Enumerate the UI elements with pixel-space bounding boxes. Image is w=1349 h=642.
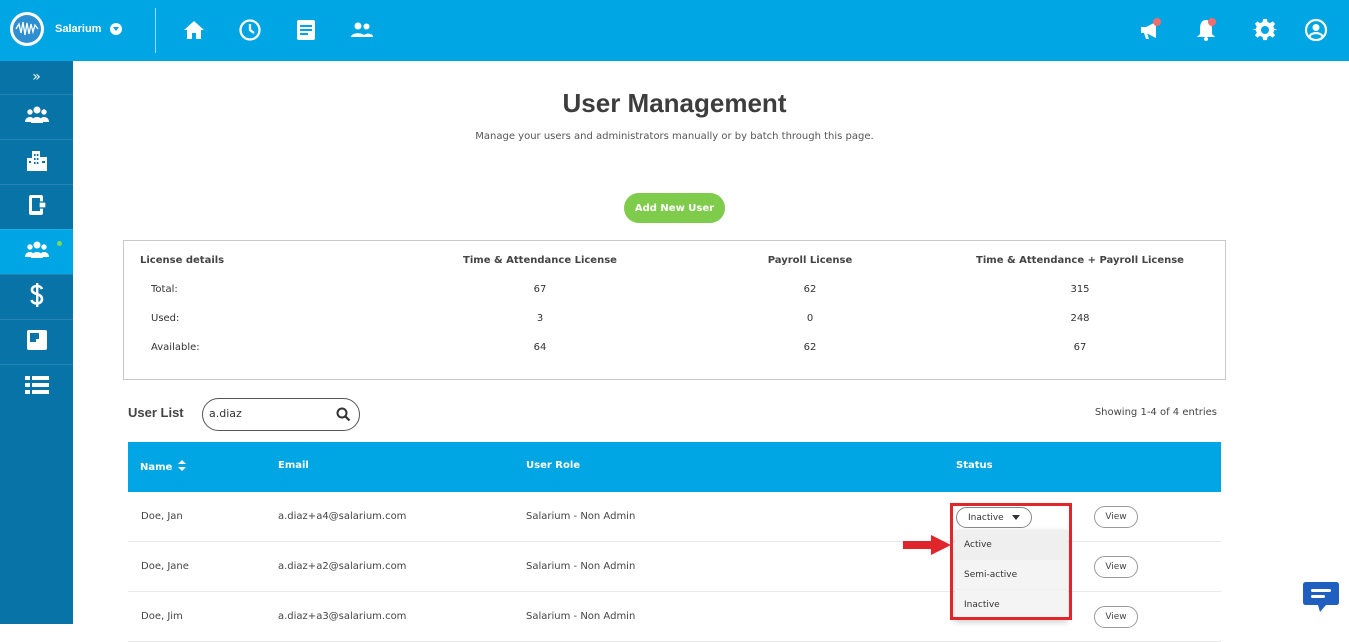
user-name: Doe, Jane xyxy=(141,561,189,572)
user-email: a.diaz+a3@salarium.com xyxy=(278,611,407,622)
sidebar-item-company[interactable] xyxy=(0,139,73,184)
device-icon xyxy=(27,194,47,220)
license-value: 0 xyxy=(806,313,814,324)
license-row-label: Available: xyxy=(151,342,200,353)
notification-dot xyxy=(1153,18,1161,26)
chevron-down-icon[interactable] xyxy=(110,23,123,35)
license-value: 248 xyxy=(1070,313,1090,324)
sidebar-item-users[interactable] xyxy=(0,229,73,274)
sidebar-item-modules[interactable] xyxy=(0,319,73,364)
license-row-label: Used: xyxy=(151,313,180,324)
view-button[interactable]: View xyxy=(1094,556,1138,578)
sidebar-item-list[interactable] xyxy=(0,364,73,409)
view-button[interactable]: View xyxy=(1094,506,1138,528)
column-header-email: Email xyxy=(278,460,309,471)
license-column-header: Payroll License xyxy=(767,255,853,266)
home-icon[interactable] xyxy=(182,18,206,42)
license-value: 62 xyxy=(803,284,817,295)
red-arrow-icon xyxy=(903,535,951,559)
salarium-logo xyxy=(10,12,44,46)
users-icon xyxy=(24,239,49,265)
top-bar: Salarium xyxy=(0,0,1349,61)
list-icon xyxy=(24,375,49,399)
user-email: a.diaz+a4@salarium.com xyxy=(278,511,407,522)
license-value: 67 xyxy=(1073,342,1087,353)
license-row-label: Total: xyxy=(151,284,178,295)
license-value: 62 xyxy=(803,342,817,353)
column-header-role: User Role xyxy=(526,460,581,471)
user-email: a.diaz+a2@salarium.com xyxy=(278,561,407,572)
user-role: Salarium - Non Admin xyxy=(526,511,636,522)
sidebar-item-employees[interactable] xyxy=(0,94,73,139)
search-box xyxy=(202,398,360,431)
megaphone-icon[interactable] xyxy=(1139,18,1163,42)
building-icon xyxy=(26,149,48,175)
add-new-user-button[interactable]: Add New User xyxy=(624,193,725,223)
name-header-label: Name xyxy=(140,462,173,473)
sort-icon[interactable] xyxy=(177,460,186,471)
user-list-label: User List xyxy=(128,405,184,420)
dollar-icon xyxy=(29,282,45,312)
highlight-box xyxy=(950,503,1072,620)
license-value: 67 xyxy=(533,284,547,295)
clock-icon[interactable] xyxy=(238,18,262,42)
user-role: Salarium - Non Admin xyxy=(526,611,636,622)
license-column-header: Time & Attendance + Payroll License xyxy=(976,255,1184,266)
user-role: Salarium - Non Admin xyxy=(526,561,636,572)
squares-icon xyxy=(26,329,48,355)
chat-icon[interactable] xyxy=(1302,580,1340,614)
brand-name[interactable]: Salarium xyxy=(55,23,101,35)
people-icon[interactable] xyxy=(350,18,374,42)
sidebar-expand-button[interactable]: » xyxy=(0,61,73,93)
divider xyxy=(155,8,156,53)
license-value: 315 xyxy=(1070,284,1090,295)
page-subtitle: Manage your users and administrators man… xyxy=(475,131,874,142)
sidebar-item-payroll[interactable] xyxy=(0,274,73,319)
account-icon[interactable] xyxy=(1304,18,1328,42)
table-header: Name Email User Role Status xyxy=(128,442,1221,492)
view-button[interactable]: View xyxy=(1094,606,1138,628)
license-header-label: License details xyxy=(140,255,225,266)
sidebar-item-device[interactable] xyxy=(0,184,73,229)
column-header-status: Status xyxy=(956,460,993,471)
search-input[interactable] xyxy=(209,407,329,420)
status-dot xyxy=(57,241,62,246)
license-value: 3 xyxy=(536,313,544,324)
people-icon xyxy=(24,104,49,130)
bell-icon[interactable] xyxy=(1194,18,1218,42)
license-details-panel: License details Time & Attendance Licens… xyxy=(123,240,1226,380)
license-column-header: Time & Attendance License xyxy=(463,255,617,266)
user-name: Doe, Jan xyxy=(141,511,183,522)
user-name: Doe, Jim xyxy=(141,611,183,622)
search-icon[interactable] xyxy=(336,407,351,426)
document-icon[interactable] xyxy=(294,18,318,42)
gear-icon[interactable] xyxy=(1252,18,1278,42)
column-header-name[interactable]: Name xyxy=(140,460,186,473)
entries-count: Showing 1-4 of 4 entries xyxy=(1094,407,1217,418)
brand-switcher[interactable]: Salarium xyxy=(10,12,123,46)
sidebar: » xyxy=(0,61,73,624)
page-title: User Management xyxy=(562,88,787,118)
notification-dot xyxy=(1208,18,1216,26)
license-value: 64 xyxy=(533,342,547,353)
